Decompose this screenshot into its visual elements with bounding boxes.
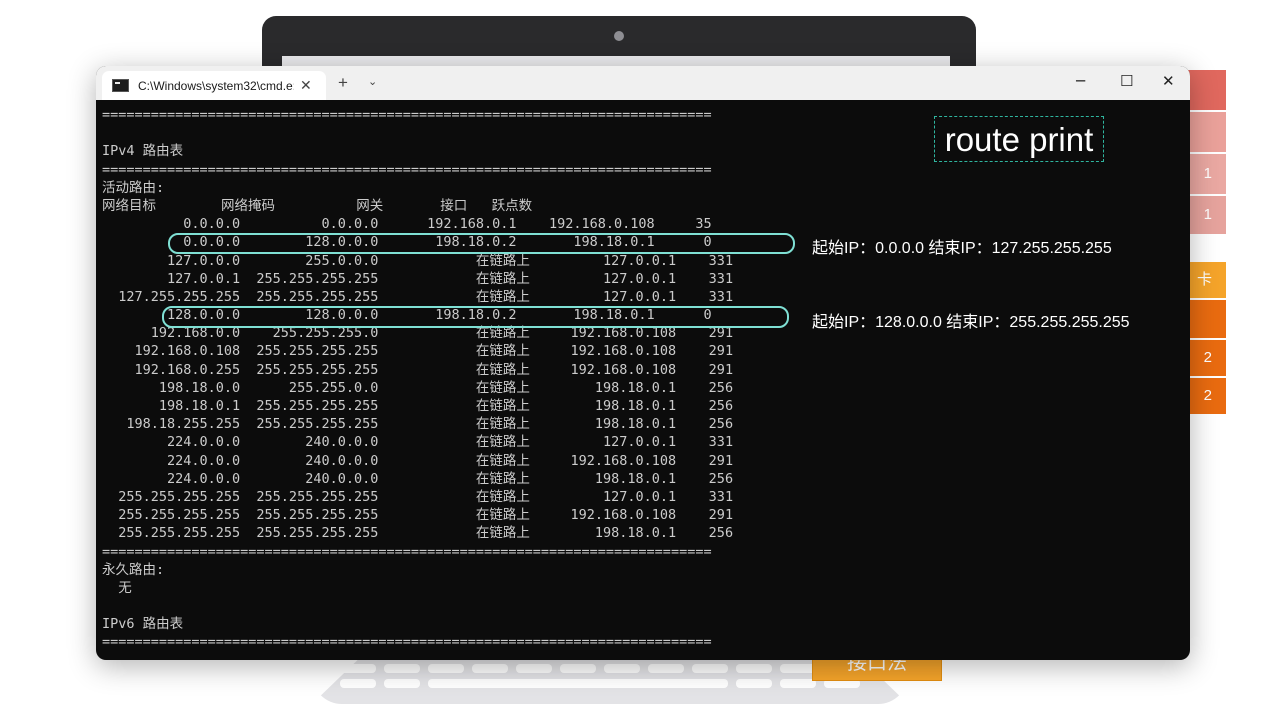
slide-fragment: 卡 <box>1186 262 1226 298</box>
terminal-line: 224.0.0.0 240.0.0.0 在链路上 127.0.0.1 331 <box>102 434 734 451</box>
minimize-button[interactable]: ─ <box>1076 72 1085 90</box>
terminal-line: ========================================… <box>102 543 712 560</box>
highlight-route-128-0-0-0 <box>162 306 789 328</box>
terminal-line: 198.18.255.255 255.255.255.255 在链路上 198.… <box>102 416 734 433</box>
slide-fragment <box>1186 112 1226 152</box>
terminal-line: ========================================… <box>102 161 712 178</box>
terminal-line: 网络目标 网络掩码 网关 接口 跃点数 <box>102 197 533 214</box>
terminal-line: IPv4 路由表 <box>102 143 184 160</box>
terminal-line: 192.168.0.255 255.255.255.255 在链路上 192.1… <box>102 361 734 378</box>
highlight-route-0-0-0-0 <box>168 233 795 254</box>
tab-cmd[interactable]: C:\Windows\system32\cmd.e: ✕ <box>102 71 326 100</box>
terminal-line: 活动路由: <box>102 179 165 196</box>
terminal-line: 255.255.255.255 255.255.255.255 在链路上 198… <box>102 525 734 542</box>
terminal-icon <box>112 79 129 92</box>
slide-fragment: 1 <box>1186 196 1226 234</box>
terminal-line: 255.255.255.255 255.255.255.255 在链路上 192… <box>102 507 734 524</box>
maximize-button[interactable]: ☐ <box>1120 72 1133 90</box>
terminal-line: 224.0.0.0 240.0.0.0 在链路上 192.168.0.108 2… <box>102 452 734 469</box>
route-range-annotation: 起始IP：128.0.0.0 结束IP：255.255.255.255 <box>812 314 1130 331</box>
new-tab-button[interactable]: + <box>338 73 348 93</box>
terminal-line: 0.0.0.0 0.0.0.0 192.168.0.1 192.168.0.10… <box>102 216 712 233</box>
chevron-down-icon[interactable]: ⌄ <box>368 75 377 88</box>
command-label: route print <box>934 116 1104 162</box>
terminal-line: ========================================… <box>102 634 712 651</box>
terminal-output[interactable]: ========================================… <box>102 106 802 652</box>
title-bar: C:\Windows\system32\cmd.e: ✕ + ⌄ ─ ☐ ✕ <box>96 66 1190 100</box>
keyboard-row <box>340 679 860 688</box>
terminal-line: ========================================… <box>102 107 712 123</box>
terminal-line: 127.0.0.1 255.255.255.255 在链路上 127.0.0.1… <box>102 270 734 287</box>
terminal-line: IPv6 路由表 <box>102 616 184 633</box>
slide-fragment: 2 <box>1186 340 1226 376</box>
slide-fragment <box>1186 70 1226 110</box>
terminal-line: 无 <box>102 579 132 596</box>
close-tab-icon[interactable]: ✕ <box>300 78 312 94</box>
slide-fragment: 2 <box>1186 378 1226 414</box>
terminal-line: 198.18.0.0 255.255.0.0 在链路上 198.18.0.1 2… <box>102 379 734 396</box>
terminal-line: 127.255.255.255 255.255.255.255 在链路上 127… <box>102 288 734 305</box>
close-button[interactable]: ✕ <box>1162 72 1175 90</box>
terminal-line: 127.0.0.0 255.0.0.0 在链路上 127.0.0.1 331 <box>102 252 734 269</box>
tab-title: C:\Windows\system32\cmd.e: <box>138 78 294 93</box>
terminal-line: 永久路由: <box>102 561 165 578</box>
terminal-line: 255.255.255.255 255.255.255.255 在链路上 127… <box>102 488 734 505</box>
terminal-line: 192.168.0.108 255.255.255.255 在链路上 192.1… <box>102 343 734 360</box>
route-range-annotation: 起始IP：0.0.0.0 结束IP：127.255.255.255 <box>812 240 1112 257</box>
slide-fragment: 1 <box>1186 154 1226 194</box>
webcam-icon <box>614 31 624 41</box>
terminal-window: C:\Windows\system32\cmd.e: ✕ + ⌄ ─ ☐ ✕ =… <box>96 66 1190 660</box>
terminal-line: 224.0.0.0 240.0.0.0 在链路上 198.18.0.1 256 <box>102 470 734 487</box>
keyboard-row <box>340 664 816 673</box>
terminal-line: 198.18.0.1 255.255.255.255 在链路上 198.18.0… <box>102 398 734 414</box>
slide-fragment <box>1186 300 1226 338</box>
